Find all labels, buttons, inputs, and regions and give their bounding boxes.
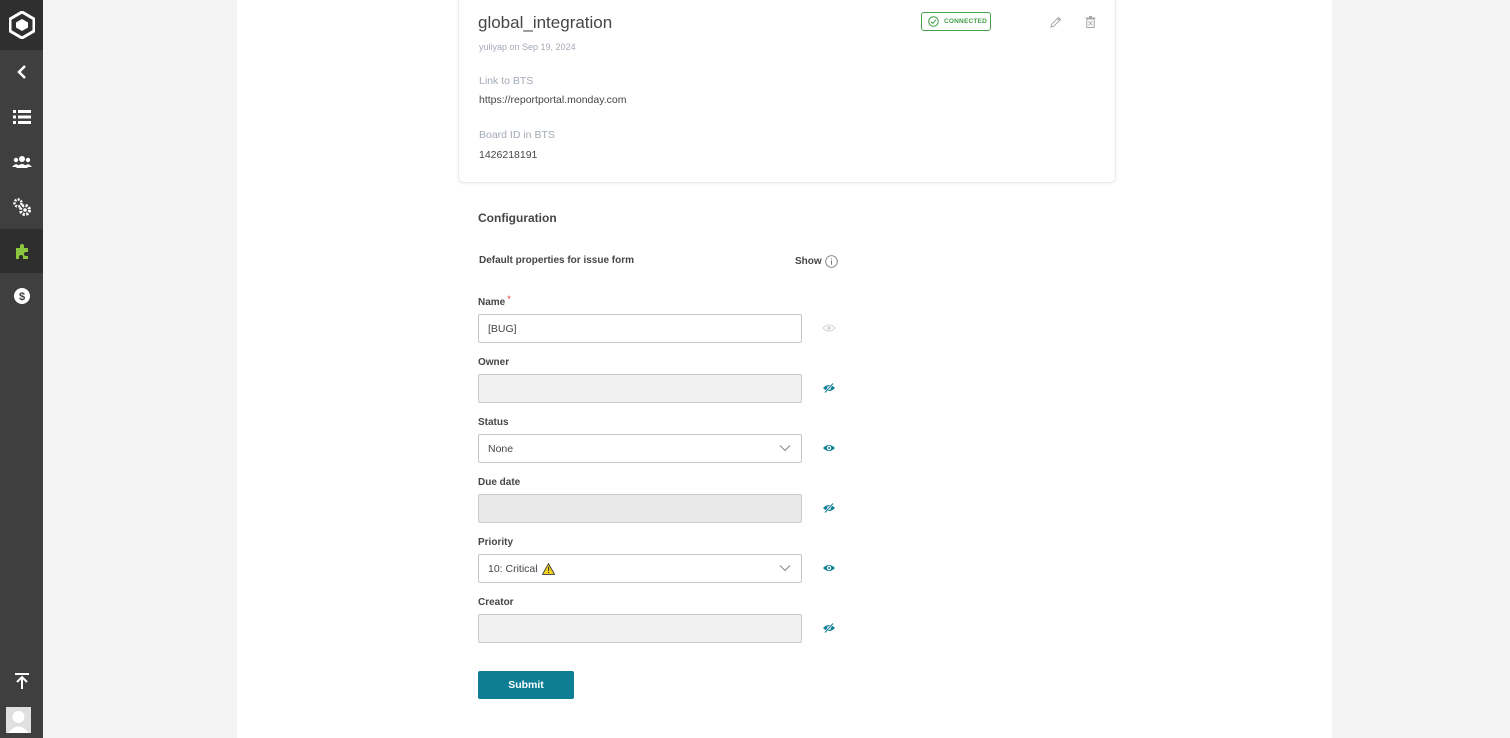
- priority-dropdown[interactable]: 10: Critical: [478, 554, 802, 583]
- eye-slash-icon-owner[interactable]: [822, 383, 836, 393]
- configuration-title: Configuration: [478, 211, 557, 225]
- trash-icon: [1085, 16, 1095, 28]
- pencil-icon: [1050, 16, 1062, 28]
- status-dropdown-value: None: [488, 442, 514, 455]
- due-date-input[interactable]: [478, 494, 802, 523]
- status-label: Status: [478, 417, 509, 428]
- members-icon: [11, 156, 32, 168]
- sidebar-item-members[interactable]: [0, 140, 43, 184]
- sidebar: $: [0, 0, 43, 738]
- show-label: Show: [795, 255, 838, 268]
- back-button[interactable]: [0, 50, 43, 94]
- show-label-text: Show: [795, 256, 822, 267]
- submit-button[interactable]: Submit: [478, 671, 574, 699]
- sidebar-item-settings[interactable]: [0, 185, 43, 229]
- status-badge: CONNECTED: [921, 12, 991, 31]
- name-input[interactable]: [BUG]: [478, 314, 802, 343]
- status-badge-label: CONNECTED: [944, 18, 987, 25]
- dollar-icon: $: [13, 288, 30, 304]
- board-id-label: Board ID in BTS: [479, 129, 555, 141]
- eye-icon-status[interactable]: [822, 443, 836, 453]
- settings-icon: [12, 198, 31, 216]
- check-circle-icon: [928, 16, 939, 27]
- eye-icon-name[interactable]: [822, 323, 836, 333]
- link-label: Link to BTS: [479, 75, 534, 87]
- info-icon[interactable]: [824, 255, 838, 268]
- name-label-text: Name: [478, 297, 506, 308]
- eye-slash-icon-due-date[interactable]: [822, 503, 836, 513]
- chevron-left-icon: [16, 65, 26, 79]
- integration-card: global_integration yuliyap on Sep 19, 20…: [458, 0, 1116, 183]
- name-label: Name *: [478, 294, 511, 308]
- scroll-top-icon: [14, 673, 29, 689]
- plugin-icon: [15, 244, 28, 259]
- sidebar-item-launches[interactable]: [0, 95, 43, 139]
- required-mark: *: [507, 294, 511, 304]
- owner-input[interactable]: [478, 374, 802, 403]
- logo-icon[interactable]: [0, 0, 43, 50]
- board-id-value: 1426218191: [479, 149, 538, 161]
- owner-label: Owner: [478, 357, 510, 368]
- list-icon: [12, 110, 31, 124]
- priority-label: Priority: [478, 537, 514, 548]
- integration-author: yuliyap on Sep 19, 2024: [479, 42, 576, 52]
- chevron-down-icon: [779, 565, 791, 572]
- sidebar-item-billing[interactable]: $: [0, 274, 43, 318]
- integration-title: global_integration: [478, 13, 613, 32]
- sidebar-item-plugins[interactable]: [0, 229, 43, 273]
- default-properties-label: Default properties for issue form: [479, 255, 635, 266]
- delete-button[interactable]: [1083, 15, 1097, 29]
- name-input-value: [BUG]: [488, 322, 517, 335]
- due-date-label: Due date: [478, 477, 521, 488]
- warning-icon: [541, 562, 555, 575]
- svg-text:$: $: [18, 291, 24, 303]
- eye-slash-icon-creator[interactable]: [822, 623, 836, 633]
- main-panel: global_integration yuliyap on Sep 19, 20…: [237, 0, 1332, 738]
- status-dropdown[interactable]: None: [478, 434, 802, 463]
- creator-input[interactable]: [478, 614, 802, 643]
- creator-label: Creator: [478, 597, 514, 608]
- chevron-down-icon: [779, 445, 791, 452]
- edit-button[interactable]: [1049, 15, 1063, 29]
- link-value: https://reportportal.monday.com: [479, 94, 627, 106]
- eye-icon-priority[interactable]: [822, 563, 836, 573]
- avatar[interactable]: [6, 707, 31, 733]
- priority-dropdown-value: 10: Critical: [488, 562, 538, 575]
- scroll-top-button[interactable]: [0, 659, 43, 703]
